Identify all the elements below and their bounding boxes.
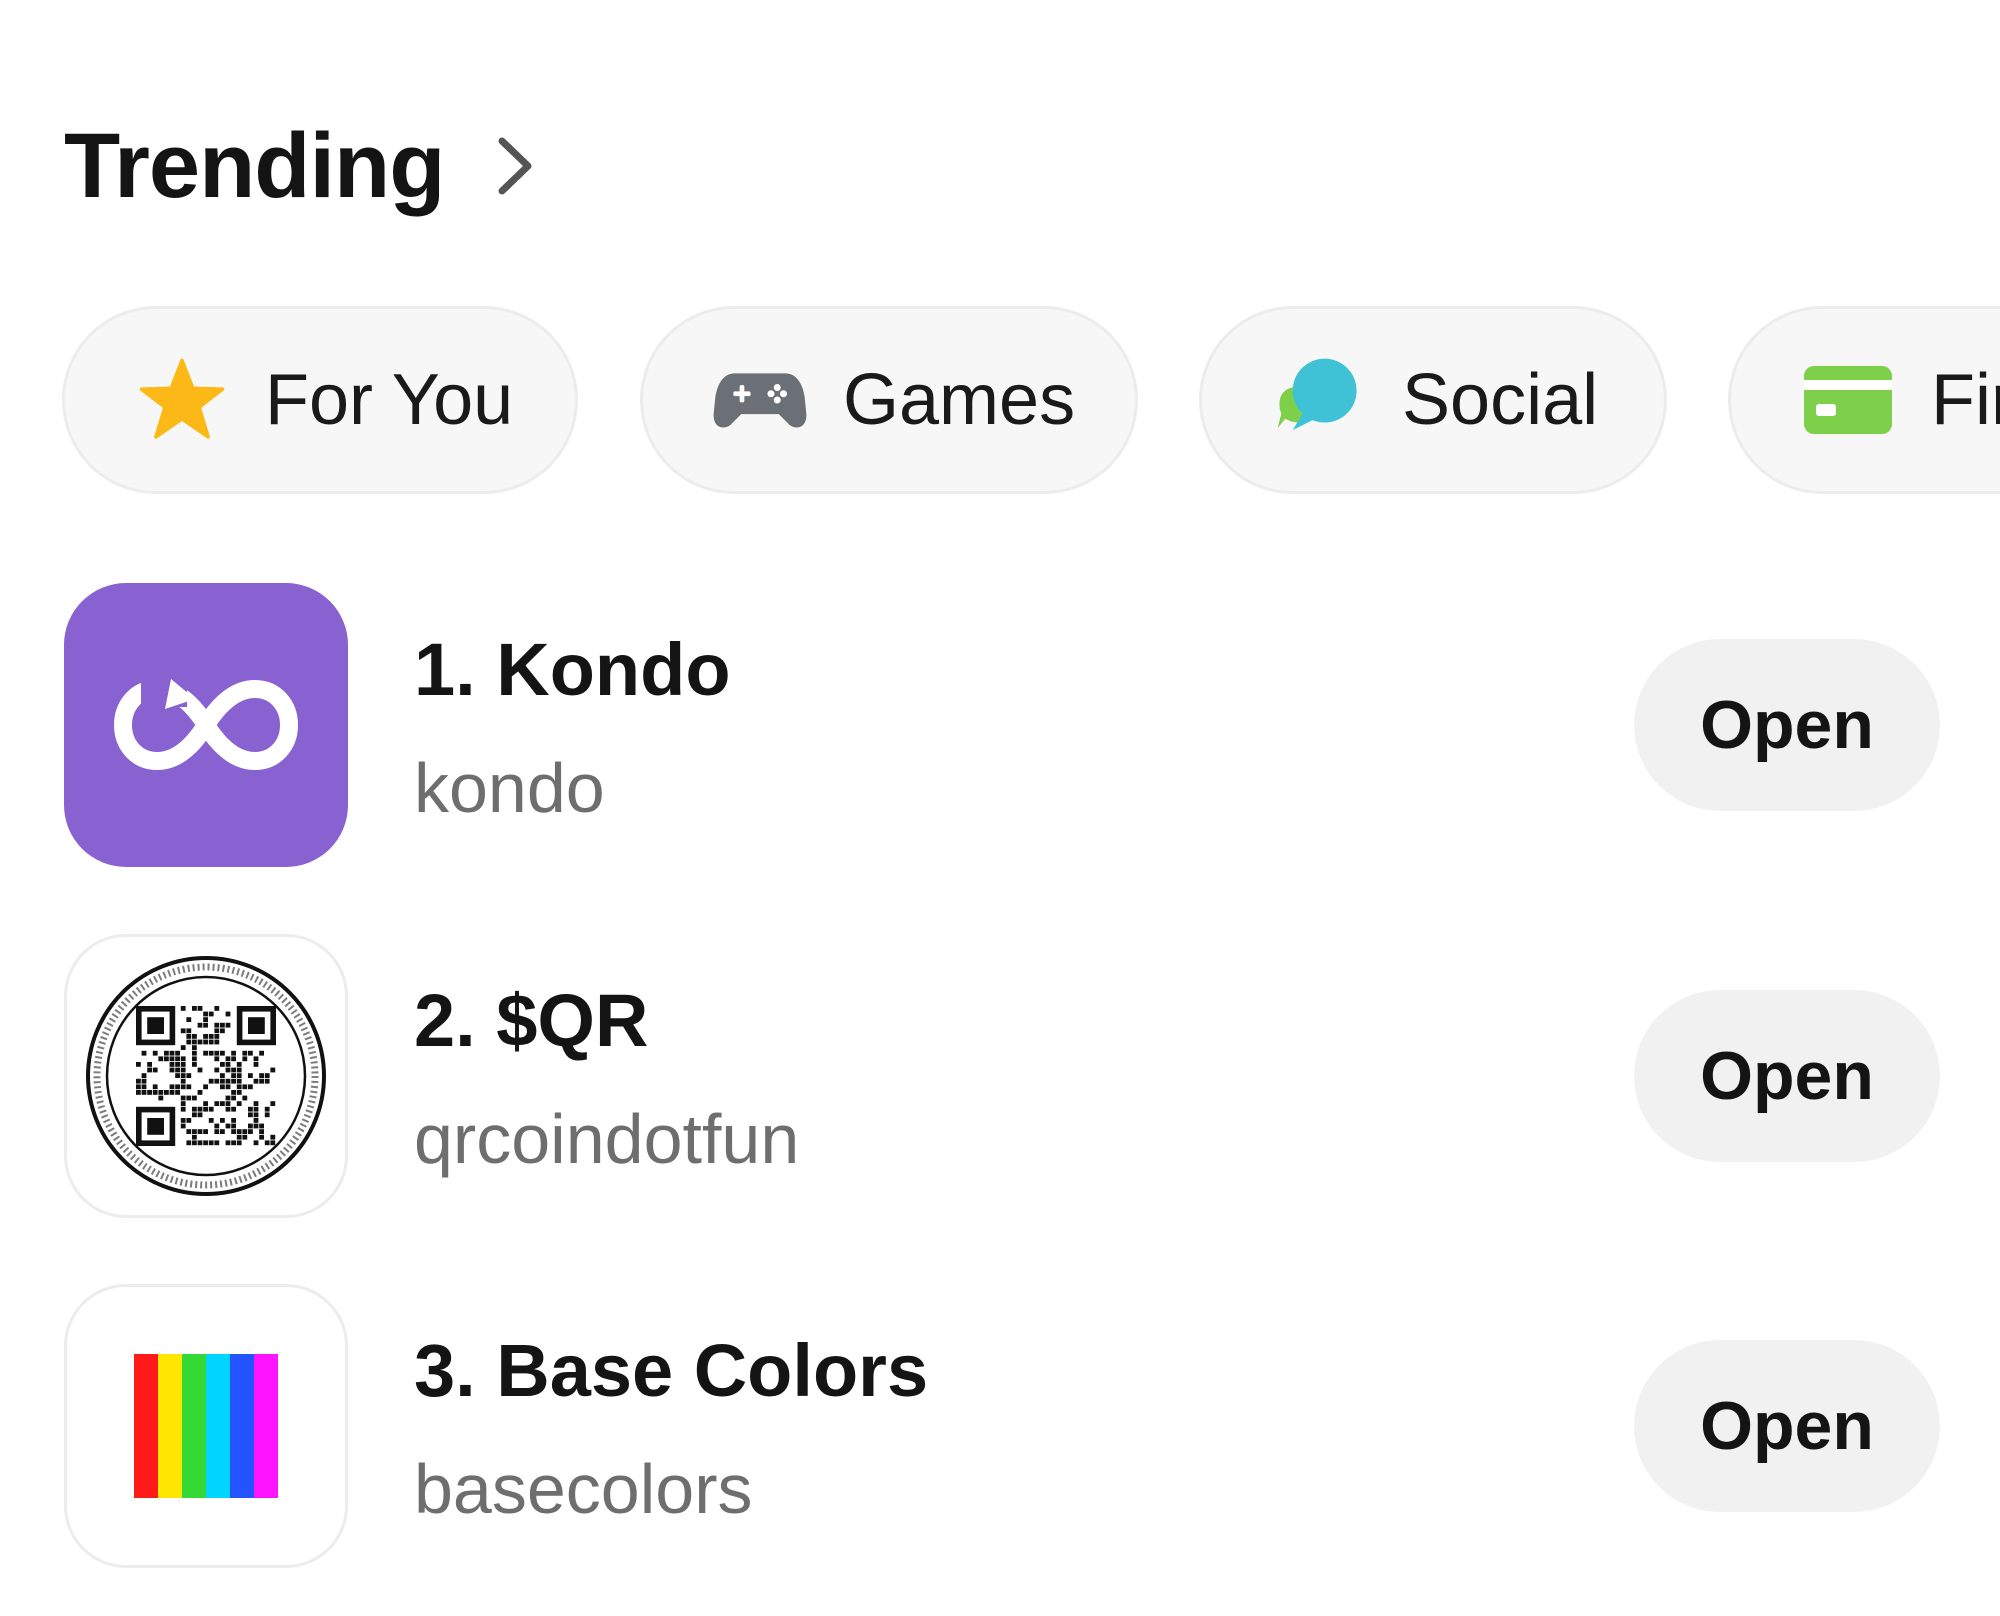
open-button[interactable]: Open xyxy=(1634,639,1940,811)
app-name[interactable]: 1. Kondo xyxy=(414,633,731,707)
star-icon xyxy=(135,353,229,447)
rainbow-stripes-icon xyxy=(64,1284,348,1568)
app-handle: qrcoindotfun xyxy=(414,1100,800,1178)
chevron-right-icon[interactable] xyxy=(496,131,546,201)
category-chip-social[interactable]: Social xyxy=(1199,306,1667,494)
section-header[interactable]: Trending xyxy=(64,108,546,224)
category-label: Social xyxy=(1402,360,1599,440)
app-list-item[interactable]: 2. $QR qrcoindotfun Open xyxy=(64,934,1944,1218)
app-handle: kondo xyxy=(414,749,605,827)
category-chip-for-you[interactable]: For You xyxy=(62,306,578,494)
open-button[interactable]: Open xyxy=(1634,1340,1940,1512)
gamepad-icon xyxy=(713,353,807,447)
app-list-item[interactable]: 3. Base Colors basecolors Open xyxy=(64,1284,1944,1568)
app-list-item[interactable]: 1. Kondo kondo Open xyxy=(64,583,1944,867)
app-name[interactable]: 2. $QR xyxy=(414,984,648,1058)
category-label: Games xyxy=(843,360,1076,440)
app-handle: basecolors xyxy=(414,1450,753,1528)
category-label: For You xyxy=(265,360,514,440)
category-chip-games[interactable]: Games xyxy=(640,306,1138,494)
category-label: Fir xyxy=(1931,360,2000,440)
open-button[interactable]: Open xyxy=(1634,990,1940,1162)
qr-code-icon xyxy=(64,934,348,1218)
kondo-infinity-icon xyxy=(64,583,348,867)
credit-card-icon xyxy=(1801,353,1895,447)
category-chip-bar: For You Games Social Fi xyxy=(0,306,2000,498)
section-title: Trending xyxy=(64,115,445,217)
chat-bubbles-icon xyxy=(1272,353,1366,447)
category-chip-finance[interactable]: Fir xyxy=(1728,306,2000,494)
app-name[interactable]: 3. Base Colors xyxy=(414,1334,928,1408)
